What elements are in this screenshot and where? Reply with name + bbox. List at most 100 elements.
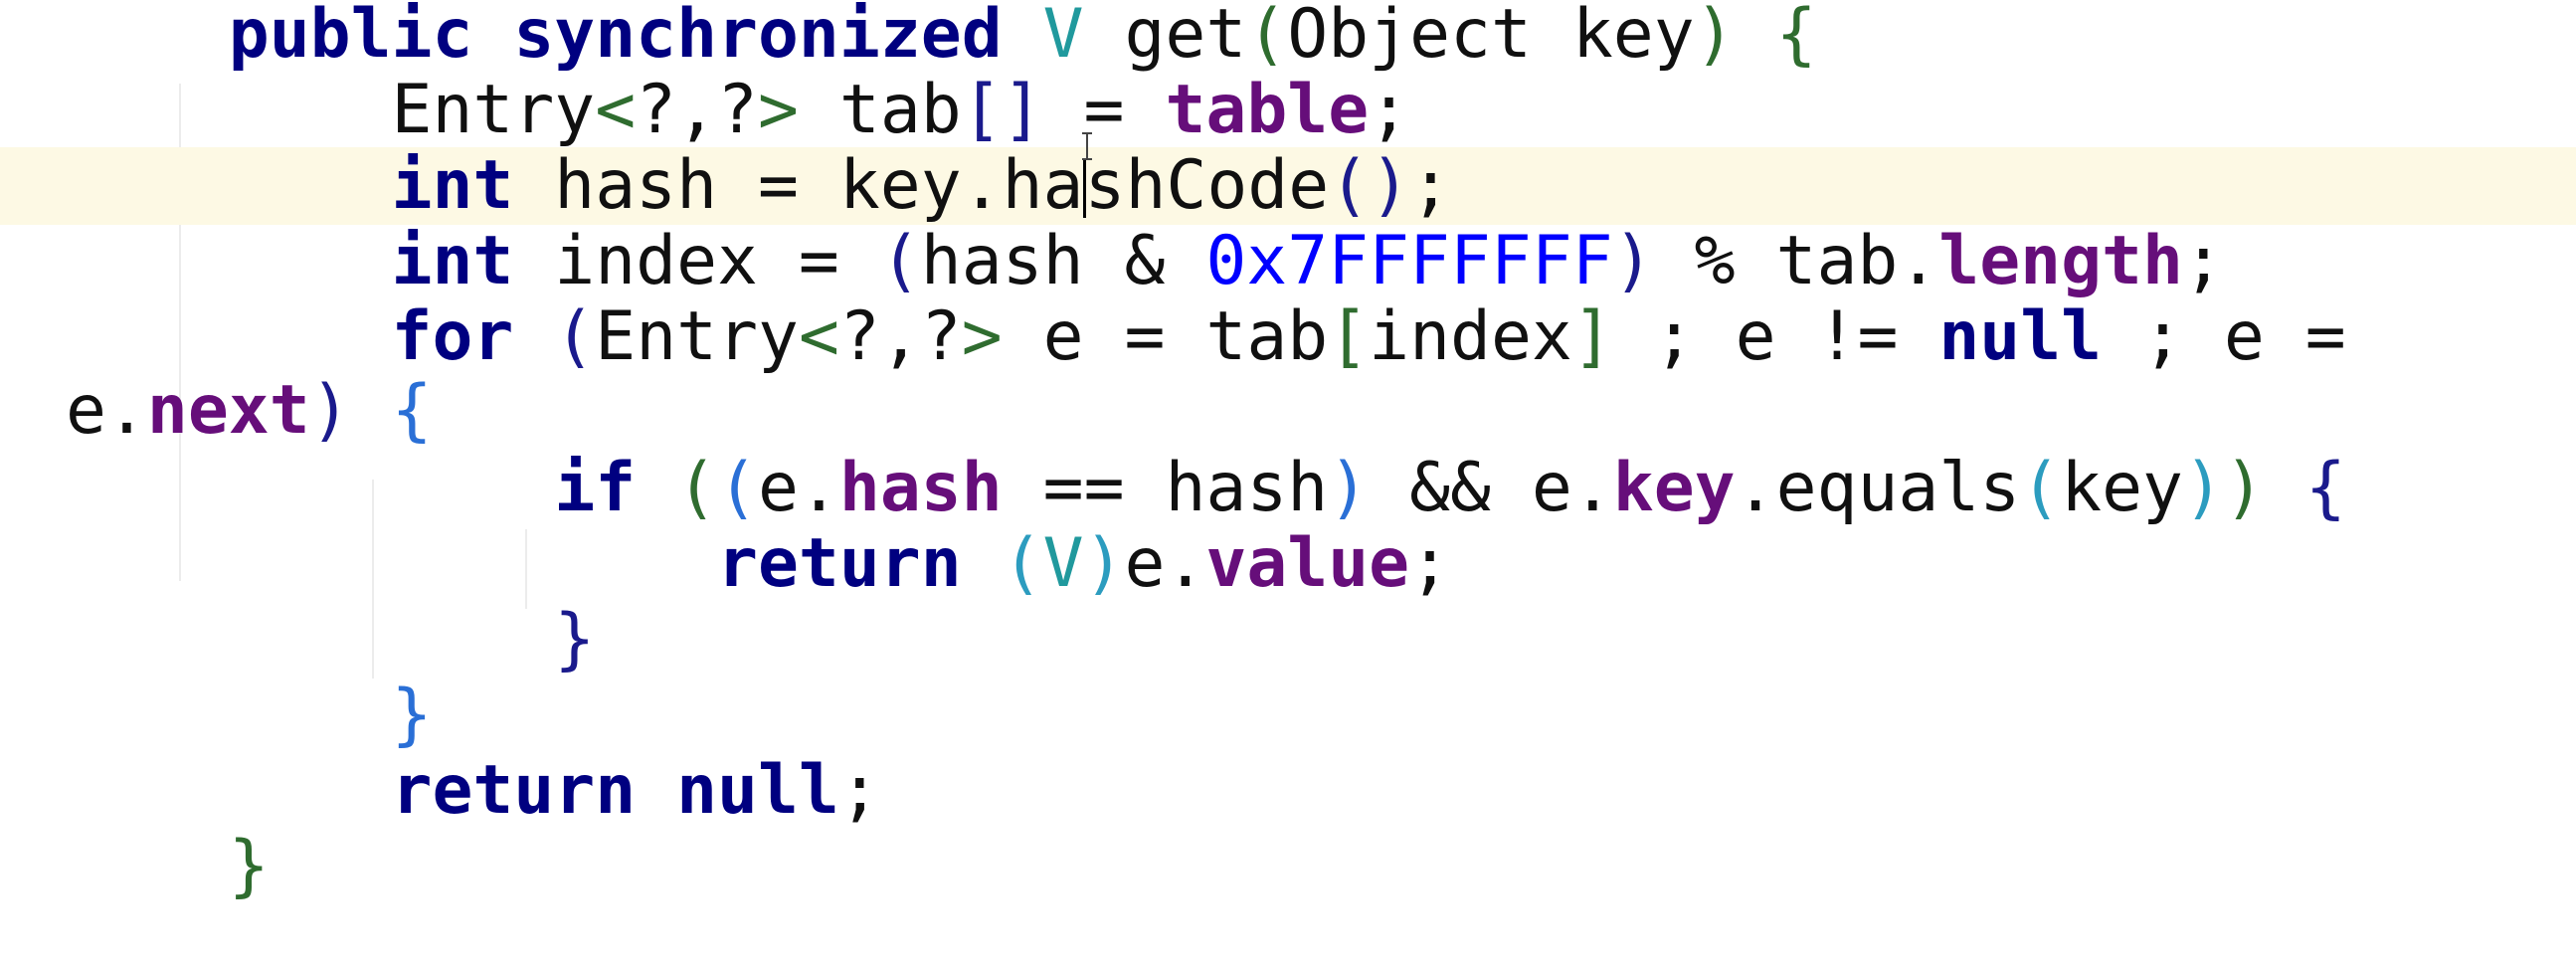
code-token: ( xyxy=(676,449,718,527)
code-token: return xyxy=(717,524,962,603)
code-token: ?,? xyxy=(636,71,758,149)
code-token: ( xyxy=(554,297,596,376)
code-token: e = tab xyxy=(1002,297,1329,376)
code-token: int xyxy=(391,222,514,300)
code-token: == hash xyxy=(1002,449,1329,527)
code-token: ?,? xyxy=(838,297,962,376)
code-token: index xyxy=(1369,297,1572,376)
code-token: { xyxy=(2304,449,2346,527)
code-token: e. xyxy=(66,371,147,450)
code-token: } xyxy=(228,827,270,905)
code-token: synchronized xyxy=(513,0,1003,74)
code-token: key xyxy=(2061,449,2183,527)
code-token: next xyxy=(146,371,310,450)
code-token: ; xyxy=(838,751,880,830)
code-token: } xyxy=(554,600,596,679)
code-line-10[interactable]: } xyxy=(0,677,2576,754)
code-token: && e. xyxy=(1369,449,1613,527)
code-token: 0x7FFFFFFF xyxy=(1205,222,1613,300)
code-token: length xyxy=(1938,222,2183,300)
code-line-5[interactable]: for (Entry<?,?> e = tab[index] ; e != nu… xyxy=(0,298,2576,376)
code-token: ( xyxy=(1002,524,1043,603)
code-line-12[interactable]: } xyxy=(0,828,2576,905)
code-token: { xyxy=(1775,0,1817,74)
code-token: ; xyxy=(1369,71,1410,149)
code-token: ) xyxy=(2182,449,2224,527)
code-token: ( xyxy=(2020,449,2062,527)
code-token: get xyxy=(1083,0,1247,74)
code-token: ) xyxy=(1328,449,1370,527)
code-token: V xyxy=(1042,0,1084,74)
code-token: e. xyxy=(1124,524,1206,603)
code-line-6[interactable]: e.next) { xyxy=(0,372,2576,450)
code-token: e. xyxy=(758,449,839,527)
code-token: tab xyxy=(798,71,962,149)
code-line-7[interactable]: if ((e.hash == hash) && e.key.equals(key… xyxy=(0,450,2576,527)
code-line-2[interactable]: Entry<?,?> tab[] = table; xyxy=(0,72,2576,149)
code-token: null xyxy=(676,751,839,830)
code-token: ) xyxy=(2223,449,2265,527)
code-token: ; e != xyxy=(1612,297,1939,376)
code-line-3[interactable]: int hash = key.hashCode(); xyxy=(0,147,2576,225)
code-editor[interactable]: public synchronized V get(Object key) { … xyxy=(0,0,2576,971)
code-token: ; xyxy=(1409,524,1451,603)
code-token: ) xyxy=(309,371,351,450)
code-token: int xyxy=(391,146,514,225)
code-token: return xyxy=(391,751,637,830)
code-token: ( xyxy=(879,222,921,300)
code-token: [ xyxy=(1328,297,1370,376)
code-token: ; e = xyxy=(2102,297,2346,376)
code-token: value xyxy=(1205,524,1410,603)
code-token: .equals xyxy=(1735,449,2021,527)
code-token: public xyxy=(228,0,473,74)
code-token: () xyxy=(1329,146,1411,225)
code-line-9[interactable]: } xyxy=(0,601,2576,679)
code-line-4[interactable]: int index = (hash & 0x7FFFFFFF) % tab.le… xyxy=(0,223,2576,300)
code-token: null xyxy=(1938,297,2103,376)
code-token: Entry xyxy=(66,71,596,149)
code-token: index = xyxy=(513,222,880,300)
code-token: ( xyxy=(717,449,759,527)
code-token: hash xyxy=(838,449,1003,527)
code-token: ] xyxy=(1571,297,1613,376)
code-token: ) xyxy=(1083,524,1125,603)
code-token: V xyxy=(1042,524,1084,603)
code-token: ; xyxy=(1410,146,1451,225)
code-line-11[interactable]: return null; xyxy=(0,752,2576,830)
code-token: > xyxy=(961,297,1003,376)
code-token: if xyxy=(554,449,637,527)
code-token: % tab. xyxy=(1653,222,1939,300)
code-token: ( xyxy=(1246,0,1288,74)
code-token: < xyxy=(595,71,637,149)
code-token: { xyxy=(391,371,433,450)
code-token: key xyxy=(1612,449,1736,527)
code-token: Entry xyxy=(595,297,799,376)
code-token: = xyxy=(1042,71,1166,149)
code-token: > xyxy=(758,71,799,149)
code-token: } xyxy=(391,676,433,754)
code-token: ; xyxy=(2182,222,2224,300)
code-token: ) xyxy=(1694,0,1736,74)
code-line-1[interactable]: public synchronized V get(Object key) { xyxy=(0,0,2576,74)
code-token: table xyxy=(1165,71,1370,149)
code-token: ) xyxy=(1612,222,1654,300)
code-line-8[interactable]: return (V)e.value; xyxy=(0,525,2576,603)
mouse-ibeam-cursor-icon xyxy=(1082,132,1092,160)
